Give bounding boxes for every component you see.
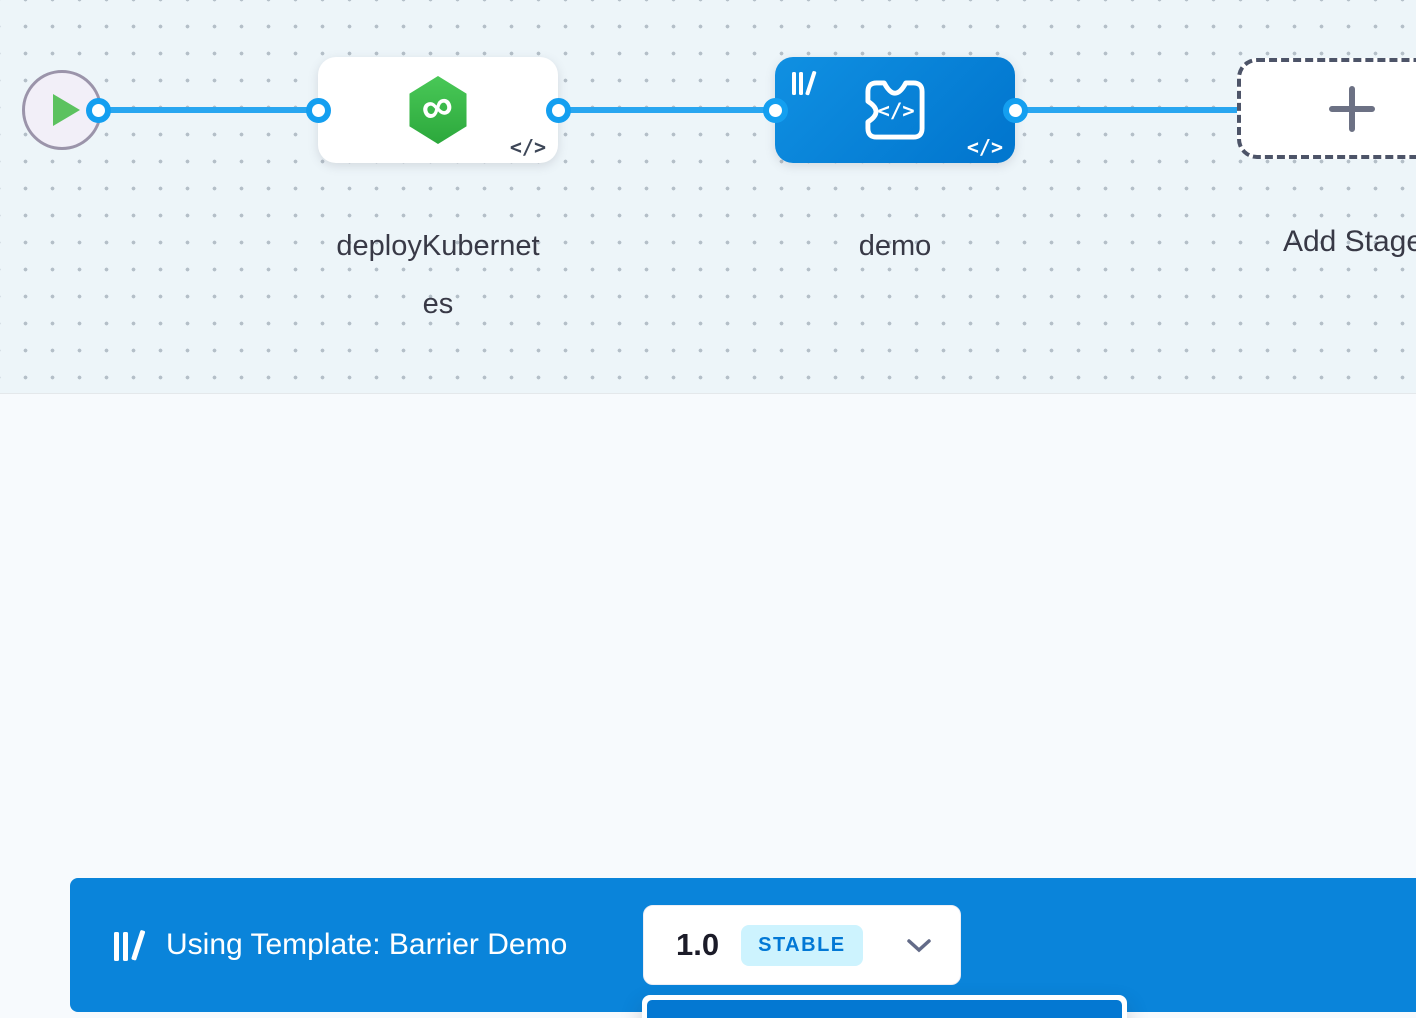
edge-start-to-deploy xyxy=(98,107,318,113)
port-deploy-in[interactable] xyxy=(306,98,331,123)
code-glyph: </> xyxy=(877,99,914,123)
port-deploy-out[interactable] xyxy=(546,98,571,123)
plus-icon xyxy=(1328,85,1376,133)
code-badge-icon: </> xyxy=(967,135,1003,159)
kubernetes-stage-icon: ∞ xyxy=(407,76,469,144)
stage-label-demo: demo xyxy=(775,217,1015,275)
version-option-stable[interactable]: 1.0 (Stable) xyxy=(647,1000,1122,1018)
add-stage-button[interactable] xyxy=(1237,58,1416,159)
stage-details-panel: Using Template: Barrier Demo 1.0 STABLE … xyxy=(0,395,1416,1018)
port-demo-in[interactable] xyxy=(763,98,788,123)
infinity-icon: ∞ xyxy=(416,79,459,135)
stage-label-deploykubernetes: deployKubernet es xyxy=(318,217,558,333)
code-badge-icon: </> xyxy=(510,135,546,159)
template-banner-title: Using Template: Barrier Demo xyxy=(166,928,567,962)
template-library-icon xyxy=(114,929,140,962)
template-library-icon xyxy=(792,70,813,96)
custom-stage-icon: </> xyxy=(856,71,934,149)
stage-node-deploykubernetes[interactable]: ∞ </> xyxy=(318,57,558,163)
pipeline-canvas[interactable]: ∞ </> </> </> deployKubernet es demo A xyxy=(0,0,1416,394)
edge-deploy-to-demo xyxy=(558,107,775,113)
chevron-down-icon xyxy=(906,938,932,953)
edge-demo-to-addstage xyxy=(1015,107,1237,113)
port-start-out[interactable] xyxy=(86,98,111,123)
template-banner: Using Template: Barrier Demo 1.0 STABLE xyxy=(70,878,1416,1012)
stage-node-demo[interactable]: </> </> xyxy=(775,57,1015,163)
pipeline-studio: ∞ </> </> </> deployKubernet es demo A xyxy=(0,0,1416,1018)
port-demo-out[interactable] xyxy=(1003,98,1028,123)
version-dropdown-menu: 1.0 (Stable) xyxy=(642,995,1127,1018)
add-stage-label: Add Stage xyxy=(1237,213,1416,271)
play-icon xyxy=(53,94,80,126)
template-version-value: 1.0 xyxy=(676,927,719,963)
template-version-selector[interactable]: 1.0 STABLE xyxy=(643,905,961,985)
version-status-badge: STABLE xyxy=(741,925,863,966)
